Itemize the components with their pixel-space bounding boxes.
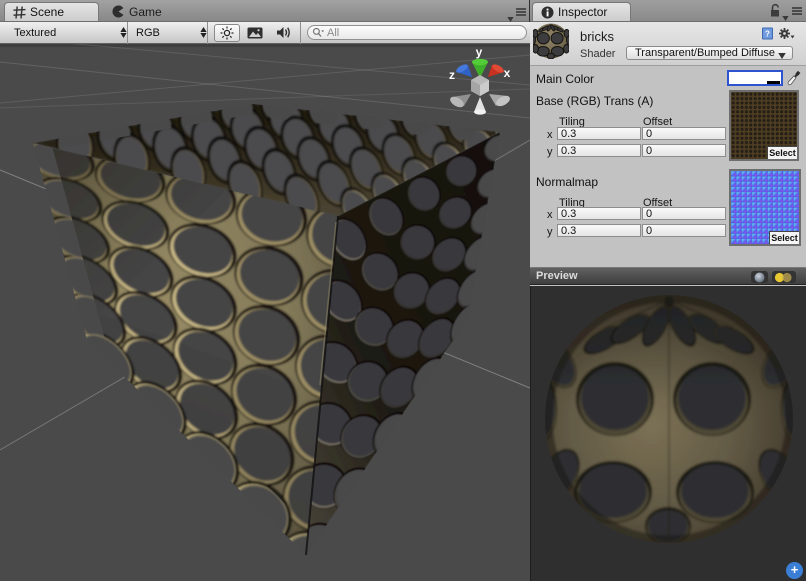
svg-text:x: x [504, 66, 511, 80]
svg-text:z: z [449, 68, 455, 82]
svg-text:?: ? [765, 30, 770, 39]
svg-text:y: y [476, 45, 483, 59]
